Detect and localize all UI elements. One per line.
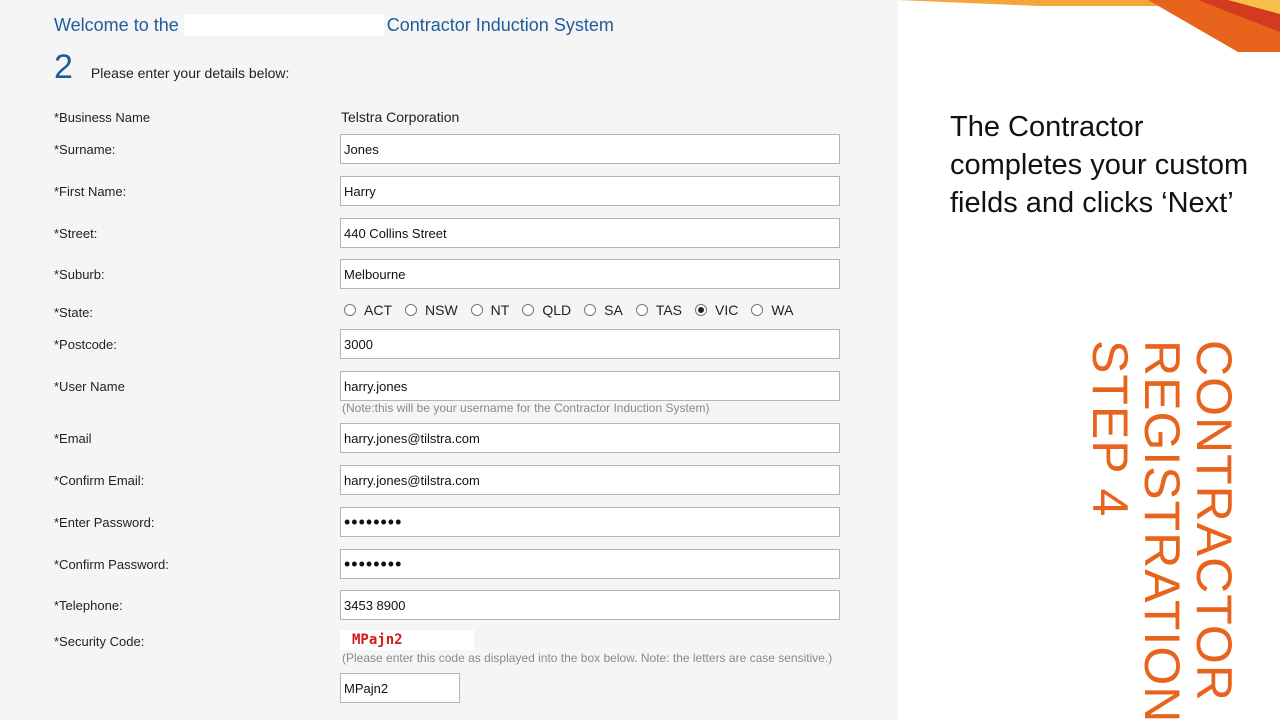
state-option-label: NSW	[425, 302, 458, 318]
form-screenshot: Welcome to the Contractor Induction Syst…	[0, 0, 898, 720]
slide-description: The Contractor completes your custom fie…	[950, 111, 1249, 219]
slide-title-line: Registration	[1134, 340, 1190, 723]
password-label: *Enter Password:	[54, 515, 155, 530]
surname-label: *Surname:	[54, 142, 116, 157]
state-option-label: ACT	[364, 302, 392, 318]
username-label: *User Name	[54, 379, 125, 394]
telephone-label: *Telephone:	[54, 598, 123, 613]
state-option-wa[interactable]: WA	[751, 302, 793, 318]
state-option-label: WA	[771, 302, 794, 318]
radio-button[interactable]	[751, 304, 764, 316]
state-option-qld[interactable]: QLD	[522, 302, 571, 318]
telephone-field[interactable]	[340, 590, 840, 620]
corner-decoration	[898, 0, 1280, 52]
state-option-label: QLD	[542, 302, 572, 318]
postcode-label: *Postcode:	[54, 337, 117, 352]
welcome-prefix: Welcome to the	[54, 14, 179, 35]
security-code-label: *Security Code:	[54, 634, 145, 649]
username-field[interactable]	[340, 371, 840, 401]
email-field[interactable]	[340, 423, 840, 453]
username-note: (Note:this will be your username for the…	[342, 401, 710, 415]
slide-title-line: Step 4	[1082, 340, 1138, 518]
radio-button-selected[interactable]	[695, 304, 708, 316]
welcome-suffix: Contractor Induction System	[386, 14, 614, 35]
suburb-label: *Suburb:	[54, 267, 105, 282]
slide-title-line: Contractor	[1186, 340, 1242, 702]
state-option-act[interactable]: ACT	[344, 302, 392, 318]
radio-button[interactable]	[635, 304, 648, 316]
security-code-field[interactable]	[340, 673, 460, 703]
password-field[interactable]	[340, 507, 840, 537]
welcome-heading: Welcome to the Contractor Induction Syst…	[54, 14, 614, 36]
captcha-image: MPajn2	[340, 630, 474, 650]
business-name-value: Telstra Corporation	[341, 109, 460, 125]
state-option-vic[interactable]: VIC	[695, 302, 738, 318]
first-name-field[interactable]	[340, 176, 840, 206]
step-number: 2	[54, 48, 73, 86]
step-instructions: Please enter your details below:	[90, 65, 290, 81]
state-radio-group: ACT NSW NT QLD SA TAS VIC WA	[344, 302, 806, 318]
street-field[interactable]	[340, 218, 840, 248]
radio-button[interactable]	[344, 304, 356, 316]
state-option-sa[interactable]: SA	[584, 302, 623, 318]
radio-button[interactable]	[584, 304, 597, 316]
confirm-password-label: *Confirm Password:	[54, 557, 169, 572]
street-label: *Street:	[54, 226, 98, 241]
state-option-nt[interactable]: NT	[470, 302, 510, 318]
first-name-label: *First Name:	[54, 184, 127, 199]
postcode-field[interactable]	[340, 329, 840, 359]
state-option-label: SA	[604, 302, 623, 318]
suburb-field[interactable]	[340, 259, 840, 289]
radio-button[interactable]	[522, 304, 535, 316]
state-option-label: NT	[490, 302, 510, 318]
confirm-email-field[interactable]	[340, 465, 840, 495]
redacted-company-name	[183, 14, 384, 36]
confirm-email-label: *Confirm Email:	[54, 473, 145, 488]
radio-button[interactable]	[470, 304, 483, 316]
state-option-nsw[interactable]: NSW	[405, 302, 458, 318]
radio-button[interactable]	[405, 304, 417, 316]
state-option-label: VIC	[715, 302, 739, 318]
state-label: *State:	[54, 305, 94, 320]
step-indicator: 2 Please enter your details below:	[54, 48, 289, 87]
confirm-password-field[interactable]	[340, 549, 840, 579]
slide-title: Contractor Registration Step 4	[1080, 340, 1242, 723]
state-option-tas[interactable]: TAS	[635, 302, 683, 318]
state-option-label: TAS	[655, 302, 683, 318]
surname-field[interactable]	[340, 134, 840, 164]
security-code-note: (Please enter this code as displayed int…	[342, 651, 833, 665]
business-name-label: *Business Name	[54, 110, 151, 125]
email-label: *Email	[54, 431, 92, 446]
